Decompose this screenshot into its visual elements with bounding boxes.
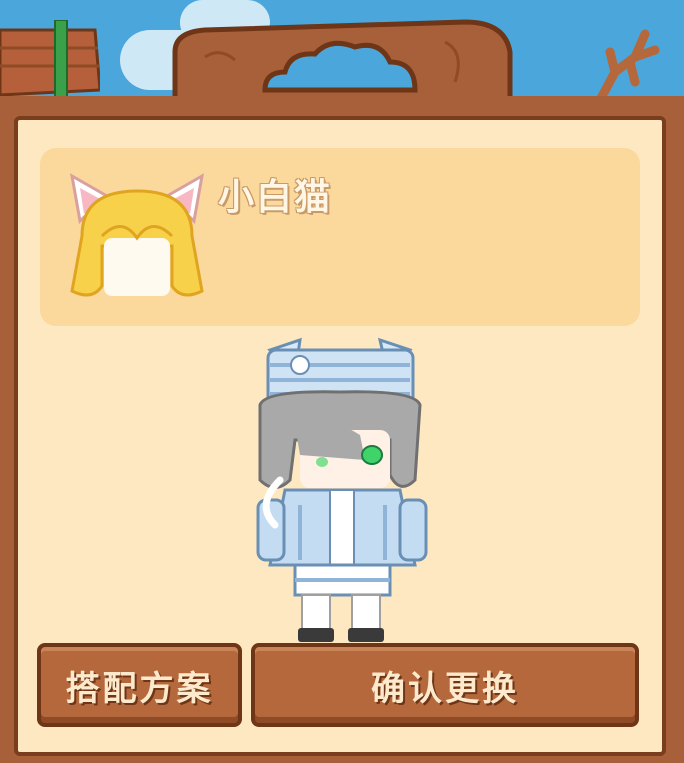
item-name: 小白猫 — [218, 177, 333, 218]
character-avatar — [256, 337, 428, 642]
cat-ear-hair-icon — [69, 173, 205, 297]
confirm-change-button[interactable]: 确认更换 — [251, 643, 639, 727]
antler-decoration — [595, 29, 660, 102]
outfit-plan-button[interactable]: 搭配方案 — [37, 643, 242, 727]
roof-decoration — [0, 20, 100, 99]
